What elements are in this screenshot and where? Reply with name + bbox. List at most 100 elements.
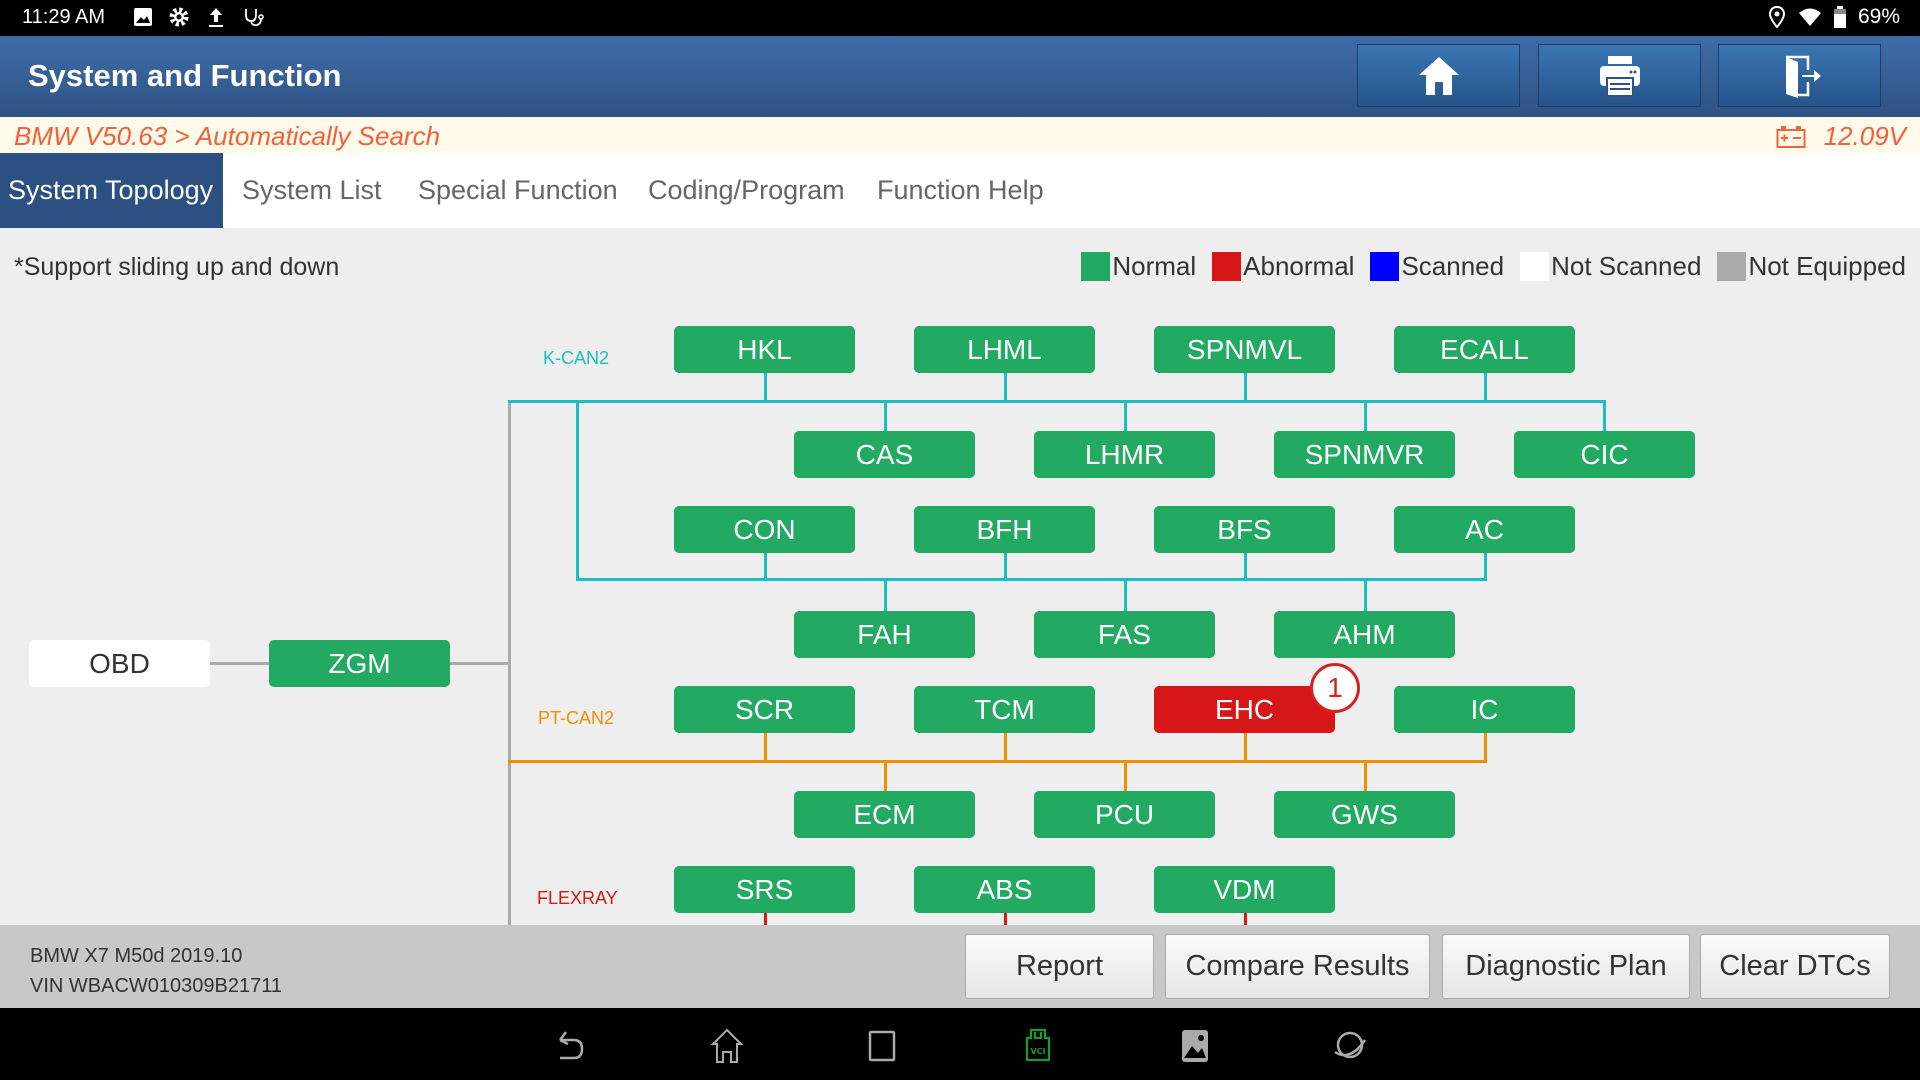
location-icon [1768, 6, 1785, 28]
topology-diagram[interactable]: K-CAN2 PT-CAN2 FLEXRAY OBD ZGM HKL LHML … [0, 228, 1920, 925]
ptcan2-stub [1364, 760, 1367, 791]
kcan2-stub [1004, 553, 1007, 580]
module-cic[interactable]: CIC [1514, 431, 1695, 478]
breadcrumb: BMW V50.63 > Automatically Search [14, 121, 441, 151]
clock: 11:29 AM [22, 6, 106, 28]
tab-system-topology[interactable]: System Topology [0, 153, 223, 228]
upload-icon [209, 8, 223, 27]
kcan2-stub [884, 578, 887, 611]
battery-icon [1833, 6, 1846, 28]
browser-icon[interactable] [1330, 1026, 1370, 1066]
module-ac[interactable]: AC [1394, 506, 1575, 553]
footer-bar: BMW X7 M50d 2019.10 VIN WBACW010309B2171… [0, 925, 1920, 1008]
bus-label-flexray: FLEXRAY [537, 888, 618, 908]
module-ehc[interactable]: EHC [1154, 686, 1335, 733]
kcan2-bus-main [508, 400, 1605, 403]
module-bfs[interactable]: BFS [1154, 506, 1335, 553]
module-abs[interactable]: ABS [914, 866, 1095, 913]
kcan2-bus-drop [576, 400, 579, 579]
ptcan2-bus [508, 760, 1487, 763]
battery-level: 69% [1857, 5, 1900, 28]
home-icon [1418, 56, 1459, 95]
kcan2-stub [1244, 553, 1247, 580]
module-con[interactable]: CON [674, 506, 855, 553]
ptcan2-stub [1004, 733, 1007, 761]
back-icon[interactable] [550, 1026, 590, 1066]
ptcan2-stub [884, 760, 887, 791]
compare-results-button[interactable]: Compare Results [1165, 934, 1430, 999]
module-obd[interactable]: OBD [29, 640, 210, 687]
ptcan2-stub [1124, 760, 1127, 791]
module-ecall[interactable]: ECALL [1394, 326, 1575, 373]
diagnostic-plan-button[interactable]: Diagnostic Plan [1442, 934, 1690, 999]
svg-text:VCI: VCI [1030, 1047, 1045, 1056]
vci-icon[interactable]: VCI [1018, 1026, 1058, 1066]
exit-icon [1785, 55, 1821, 98]
kcan2-bus-lower [576, 578, 1487, 581]
module-bfh[interactable]: BFH [914, 506, 1095, 553]
obd-link [210, 662, 270, 665]
home-icon[interactable] [707, 1026, 747, 1066]
bus-label-ptcan2: PT-CAN2 [538, 708, 615, 728]
flexray-stub [764, 913, 767, 925]
android-nav-bar: VCI [0, 1008, 1920, 1080]
module-gws[interactable]: GWS [1274, 791, 1455, 838]
exit-button[interactable] [1718, 44, 1881, 107]
gallery-icon[interactable] [1175, 1026, 1215, 1066]
report-button[interactable]: Report [965, 934, 1154, 999]
flexray-stub [1004, 913, 1007, 925]
status-right: 69% [1768, 5, 1900, 29]
ptcan2-stub [764, 733, 767, 761]
gallery-icon [134, 8, 152, 26]
app-header: System and Function [0, 36, 1920, 117]
kcan2-stub [1484, 553, 1487, 580]
tab-coding-program[interactable]: Coding/Program [648, 153, 845, 228]
module-hkl[interactable]: HKL [674, 326, 855, 373]
settings-icon [169, 7, 189, 27]
stethoscope-icon [245, 9, 264, 27]
vehicle-vin: VIN WBACW010309B21711 [30, 975, 282, 997]
tab-system-list[interactable]: System List [242, 153, 382, 228]
kcan2-stub [1244, 373, 1247, 401]
tab-function-help[interactable]: Function Help [877, 153, 1044, 228]
module-cas[interactable]: CAS [794, 431, 975, 478]
module-spnmvl[interactable]: SPNMVL [1154, 326, 1335, 373]
module-ahm[interactable]: AHM [1274, 611, 1455, 658]
bus-label-kcan2: K-CAN2 [543, 348, 610, 368]
wifi-icon [1798, 8, 1821, 26]
home-button[interactable] [1357, 44, 1520, 107]
vehicle-model: BMW X7 M50d 2019.10 [30, 945, 243, 967]
module-pcu[interactable]: PCU [1034, 791, 1215, 838]
module-zgm[interactable]: ZGM [269, 640, 450, 687]
module-lhml[interactable]: LHML [914, 326, 1095, 373]
kcan2-stub [764, 373, 767, 401]
module-fah[interactable]: FAH [794, 611, 975, 658]
breadcrumb-bar: BMW V50.63 > Automatically Search 12.09V [0, 117, 1920, 153]
kcan2-stub [1484, 373, 1487, 401]
ptcan2-stub [1244, 733, 1247, 761]
recents-icon[interactable] [862, 1026, 902, 1066]
module-srs[interactable]: SRS [674, 866, 855, 913]
voltage-indicator: 12.09V [1776, 121, 1906, 152]
kcan2-stub [884, 400, 887, 431]
module-tcm[interactable]: TCM [914, 686, 1095, 733]
module-ecm[interactable]: ECM [794, 791, 975, 838]
module-spnmvr[interactable]: SPNMVR [1274, 431, 1455, 478]
kcan2-stub [1364, 578, 1367, 611]
tab-bar: System Topology System List Special Func… [0, 153, 1920, 228]
kcan2-stub [1124, 578, 1127, 611]
kcan2-stub [764, 553, 767, 580]
module-vdm[interactable]: VDM [1154, 866, 1335, 913]
kcan2-stub [1364, 400, 1367, 431]
vehicle-info: BMW X7 M50d 2019.10 VIN WBACW010309B2171… [30, 941, 282, 1001]
print-button[interactable] [1538, 44, 1701, 107]
module-ic[interactable]: IC [1394, 686, 1575, 733]
tab-special-function[interactable]: Special Function [418, 153, 618, 228]
clear-dtcs-button[interactable]: Clear DTCs [1700, 934, 1890, 999]
kcan2-stub [1124, 400, 1127, 431]
page-title: System and Function [28, 58, 342, 93]
battery-voltage-icon [1776, 125, 1806, 148]
module-lhmr[interactable]: LHMR [1034, 431, 1215, 478]
module-fas[interactable]: FAS [1034, 611, 1215, 658]
module-scr[interactable]: SCR [674, 686, 855, 733]
